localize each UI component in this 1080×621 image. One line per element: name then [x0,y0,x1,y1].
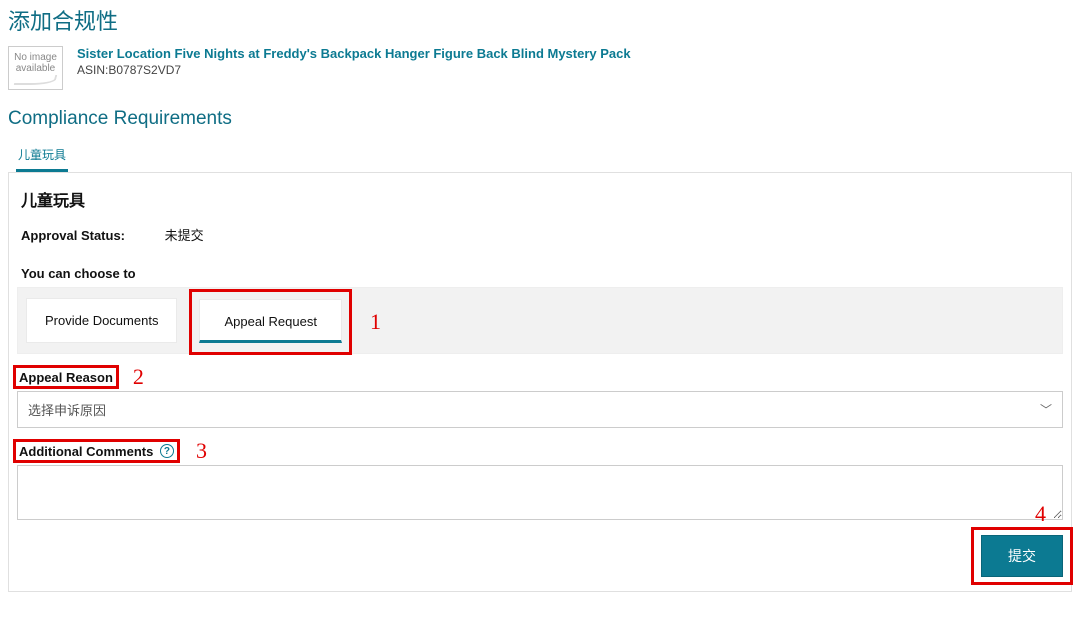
help-icon[interactable]: ? [160,444,174,458]
choice-provide-documents[interactable]: Provide Documents [26,298,177,343]
choose-label: You can choose to [21,266,1063,281]
appeal-reason-label: Appeal Reason [19,370,113,385]
thumb-text: No image available [14,52,57,74]
product-row: No image available Sister Location Five … [8,46,1072,90]
panel-heading: 儿童玩具 [21,187,1063,211]
chevron-down-icon: ﹀ [1040,401,1052,418]
approval-status-label: Approval Status: [21,228,161,243]
choice-appeal-request[interactable]: Appeal Request [199,299,342,343]
approval-status-value: 未提交 [165,228,204,243]
page-title: 添加合规性 [8,4,1072,36]
tabs-row: 儿童玩具 [8,140,1072,173]
appeal-reason-placeholder: 选择申诉原因 [28,400,106,419]
compliance-panel: 儿童玩具 Approval Status: 未提交 You can choose… [8,173,1072,592]
choice-bar: Provide Documents Appeal Request [17,287,1063,354]
submit-button[interactable]: 提交 [981,535,1063,577]
swoosh-icon [14,75,58,85]
section-heading: Compliance Requirements [8,108,1072,130]
asin-label: ASIN:B0787S2VD7 [77,63,631,77]
product-title-link[interactable]: Sister Location Five Nights at Freddy's … [77,46,631,61]
additional-comments-input[interactable] [17,465,1063,520]
tab-child-toys[interactable]: 儿童玩具 [16,140,68,172]
additional-comments-label: Additional Comments [19,444,153,459]
product-thumbnail-no-image: No image available [8,46,63,90]
appeal-reason-select[interactable]: 选择申诉原因 ﹀ [17,391,1063,428]
